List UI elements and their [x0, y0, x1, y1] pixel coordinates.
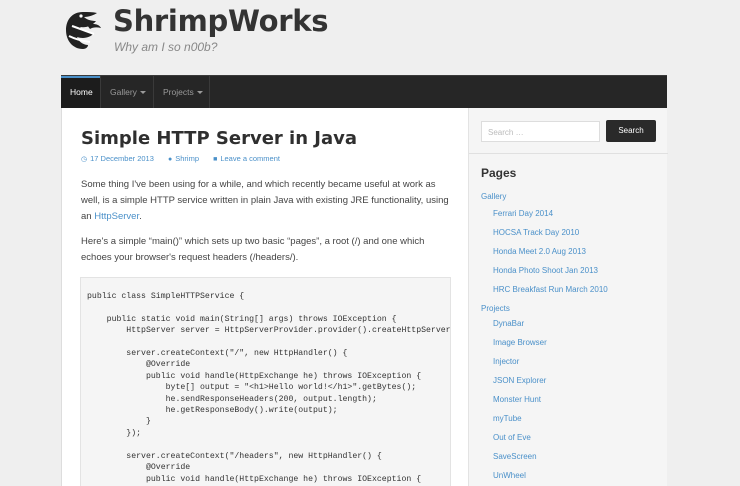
sidebar-link-injector[interactable]: Injector: [493, 357, 519, 366]
sidebar-link-gallery[interactable]: Gallery: [481, 192, 506, 201]
main-navbar: Home Gallery Projects: [61, 75, 667, 109]
nav-projects[interactable]: Projects: [154, 76, 212, 109]
pages-heading: Pages: [481, 166, 517, 180]
sidebar-link-hocsa-track-day-2010[interactable]: HOCSA Track Day 2010: [493, 228, 579, 237]
httpserver-link[interactable]: HttpServer: [94, 211, 139, 222]
post-author-text: Shrimp: [175, 154, 199, 163]
post-author[interactable]: ● Shrimp: [168, 154, 199, 163]
leave-comment-text: Leave a comment: [220, 154, 280, 163]
site-header: ShrimpWorks Why am I so n00b?: [61, 0, 667, 75]
sidebar-link-out-of-eve[interactable]: Out of Eve: [493, 433, 531, 442]
user-icon: ●: [168, 156, 173, 163]
sidebar-link-monster-hunt[interactable]: Monster Hunt: [493, 395, 541, 404]
nav-projects-label: Projects: [163, 87, 194, 97]
sidebar-link-mytube[interactable]: myTube: [493, 414, 522, 423]
nav-divider: [209, 76, 210, 109]
sidebar-link-hrc-breakfast-run-march-2010[interactable]: HRC Breakfast Run March 2010: [493, 285, 608, 294]
sidebar-link-honda-meet-2-0-aug-2013[interactable]: Honda Meet 2.0 Aug 2013: [493, 247, 586, 256]
sidebar-link-unwheel[interactable]: UnWheel: [493, 471, 526, 480]
leave-comment-link[interactable]: ■ Leave a comment: [213, 154, 280, 163]
sidebar-link-savescreen[interactable]: SaveScreen: [493, 452, 537, 461]
post-title[interactable]: Simple HTTP Server in Java: [81, 128, 357, 149]
comment-icon: ■: [213, 156, 218, 163]
nav-home-label: Home: [70, 87, 93, 97]
sidebar: Search … Search Pages Gallery Ferrari Day…: [468, 108, 668, 486]
post-content: Simple HTTP Server in Java ◷ 17 December …: [61, 108, 468, 486]
search-button[interactable]: Search: [606, 120, 656, 142]
nav-home[interactable]: Home: [61, 76, 100, 109]
post-date[interactable]: ◷ 17 December 2013: [81, 154, 154, 163]
caret-down-icon: [196, 91, 203, 95]
sidebar-divider: [469, 153, 668, 154]
post-meta: ◷ 17 December 2013 ● Shrimp ■ Leave a comme…: [81, 154, 292, 163]
site-tagline: Why am I so n00b?: [114, 40, 218, 54]
nav-gallery-label: Gallery: [110, 87, 137, 97]
shrimp-logo-icon[interactable]: [63, 8, 103, 56]
sidebar-link-image-browser[interactable]: Image Browser: [493, 338, 547, 347]
nav-gallery[interactable]: Gallery: [101, 76, 155, 109]
sidebar-link-dynabar[interactable]: DynaBar: [493, 319, 524, 328]
sidebar-link-ferrari-day-2014[interactable]: Ferrari Day 2014: [493, 209, 553, 218]
sidebar-link-projects[interactable]: Projects: [481, 304, 510, 313]
search-input[interactable]: Search …: [481, 121, 600, 142]
caret-down-icon: [139, 91, 146, 95]
site-title[interactable]: ShrimpWorks: [113, 4, 328, 38]
clock-icon: ◷: [81, 156, 88, 163]
post-date-text: 17 December 2013: [90, 154, 154, 163]
sidebar-link-json-explorer[interactable]: JSON Explorer: [493, 376, 546, 385]
paragraph-text: .: [139, 211, 142, 222]
post-paragraph-2: Here's a simple “main()” which sets up t…: [81, 236, 425, 263]
sidebar-link-honda-photo-shoot-jan-2013[interactable]: Honda Photo Shoot Jan 2013: [493, 266, 598, 275]
post-paragraph-1: Some thing I've been using for a while, …: [81, 177, 451, 225]
code-block: public class SimpleHTTPService { public …: [80, 277, 451, 486]
